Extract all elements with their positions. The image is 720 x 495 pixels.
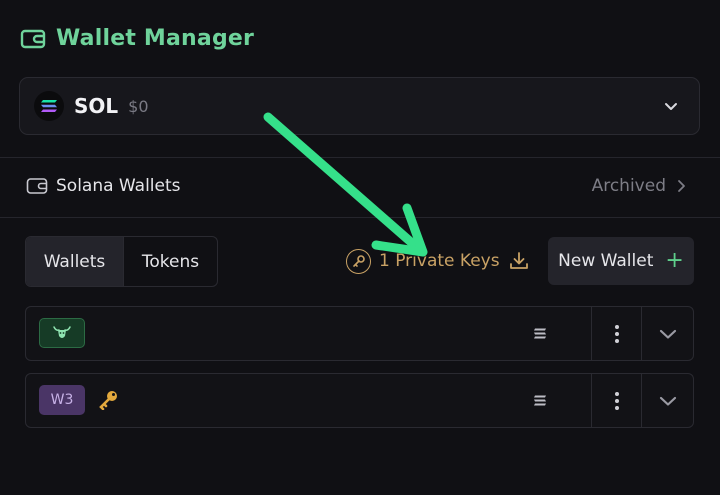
bull-icon (53, 326, 71, 338)
tab-wallets[interactable]: Wallets (26, 237, 123, 286)
expand-chevron-icon[interactable] (641, 374, 693, 427)
row-actions (488, 374, 693, 427)
wallet-badge (39, 318, 85, 348)
plus-icon: + (665, 248, 684, 273)
expand-chevron-icon[interactable] (641, 307, 693, 360)
page-title: Wallet Manager (56, 26, 255, 51)
archived-label: Archived (591, 176, 666, 196)
section-title: Solana Wallets (56, 176, 181, 196)
download-icon (509, 252, 528, 269)
wallet-badge: W3 (39, 385, 85, 415)
key-icon (99, 391, 117, 410)
wallet-outline-icon (26, 178, 48, 194)
divider (0, 157, 720, 158)
solana-logo-icon (34, 91, 64, 121)
page-header: Wallet Manager (20, 26, 254, 51)
solana-chain-icon[interactable] (488, 374, 591, 427)
chevron-right-icon (678, 180, 685, 192)
key-coin-icon (346, 248, 371, 274)
row-actions (488, 307, 693, 360)
section-header: Solana Wallets Archived (26, 168, 694, 204)
divider (0, 217, 720, 218)
more-options-icon[interactable] (591, 307, 641, 360)
more-options-icon[interactable] (591, 374, 641, 427)
wallet-row[interactable]: W3 (25, 373, 694, 428)
archived-link[interactable]: Archived (592, 176, 686, 196)
wallet-row[interactable] (25, 306, 694, 361)
wallet-icon (20, 29, 46, 48)
new-wallet-label: New Wallet (558, 251, 654, 271)
private-keys-label: 1 Private Keys (379, 251, 500, 271)
solana-chain-icon[interactable] (488, 307, 591, 360)
private-keys-button[interactable]: 1 Private Keys (346, 246, 530, 276)
chevron-down-icon[interactable] (663, 98, 679, 114)
token-selector[interactable]: SOL $0 (19, 77, 700, 135)
tab-group: Wallets Tokens (25, 236, 218, 287)
token-balance: $0 (128, 96, 149, 116)
token-symbol: SOL (74, 94, 119, 118)
new-wallet-button[interactable]: New Wallet + (548, 237, 694, 285)
tab-tokens[interactable]: Tokens (123, 237, 217, 286)
